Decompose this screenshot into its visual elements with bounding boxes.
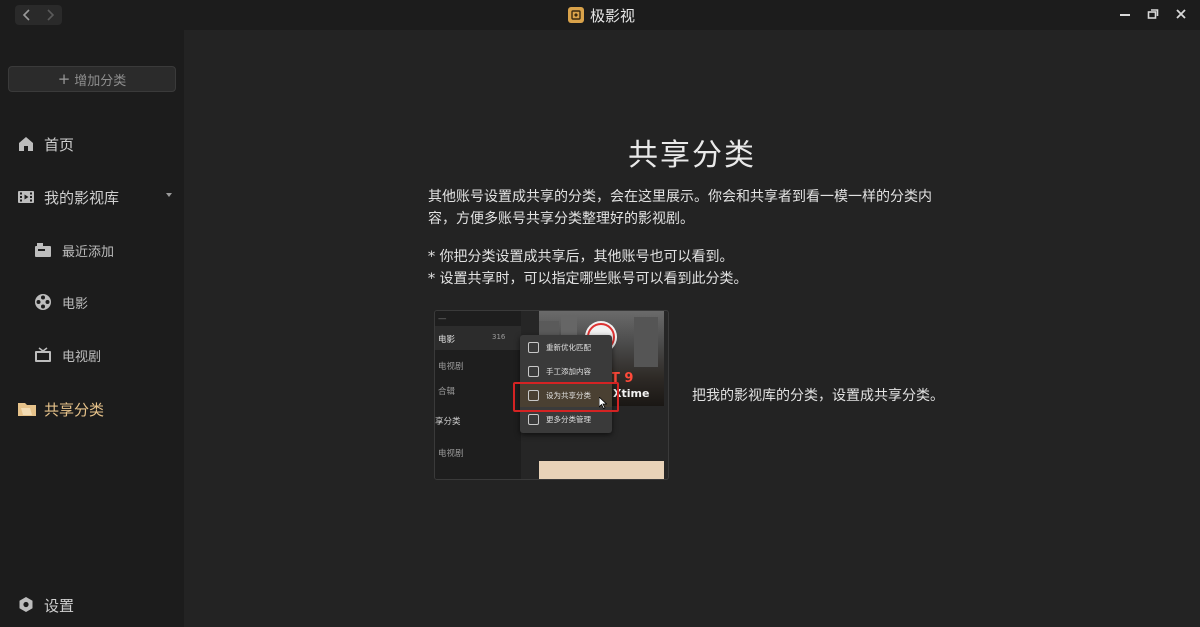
context-menu-label: 更多分类管理: [546, 414, 591, 424]
home-icon: [17, 135, 35, 153]
bullet-item: * 设置共享时，可以指定哪些账号可以看到此分类。: [428, 271, 748, 287]
sidebar-item-recent[interactable]: 最近添加: [0, 235, 184, 265]
sidebar-item-label: 设置: [44, 596, 75, 615]
plus-icon: +: [57, 70, 71, 88]
close-icon: [1176, 9, 1186, 19]
add-category-button[interactable]: + 增加分类: [8, 66, 176, 92]
sidebar-item-label: 电视剧: [62, 349, 102, 365]
illustration-item: 合辑: [438, 387, 456, 397]
bullet-list: * 你把分类设置成共享后，其他账号也可以看到。 * 设置共享时，可以指定哪些账号…: [428, 246, 958, 290]
app-title: 极影视: [568, 5, 635, 25]
sidebar-item-home[interactable]: 首页: [0, 129, 184, 159]
film-strip-icon: [17, 188, 35, 206]
chevron-right-icon: [46, 9, 54, 21]
illustration-caption: 把我的影视库的分类，设置成共享分类。: [692, 388, 944, 404]
sidebar: + 增加分类 首页 我的影视库 最近添加 电影 电视剧 共享分类 设置: [0, 30, 184, 627]
sidebar-item-label: 我的影视库: [44, 188, 120, 207]
app-logo-icon: [568, 7, 584, 23]
context-menu-label: 手工添加内容: [546, 366, 591, 376]
manage-category-icon: [528, 413, 539, 425]
sidebar-item-movies[interactable]: 电影: [0, 287, 184, 317]
sidebar-item-label: 电影: [62, 296, 89, 312]
chevron-left-icon: [22, 9, 30, 21]
window-controls: [1118, 7, 1188, 21]
recent-added-icon: [34, 242, 52, 258]
rematch-icon: [528, 341, 539, 353]
illustration-item: 电视剧: [438, 362, 464, 372]
add-category-label: 增加分类: [74, 73, 127, 89]
sidebar-item-label: 最近添加: [62, 244, 115, 260]
illustration-item: 电影: [438, 335, 456, 345]
sidebar-item-label: 共享分类: [44, 400, 105, 419]
illustration-poster-2: [539, 461, 664, 479]
title-bar: 极影视: [0, 0, 1200, 30]
illustration-sidebar: — 电影 316 电视剧 合辑 享分类 电视剧: [435, 311, 521, 479]
close-button[interactable]: [1174, 7, 1188, 21]
illustration-item: 电视剧: [438, 449, 464, 459]
sidebar-item-settings[interactable]: 设置: [0, 590, 184, 620]
forward-button[interactable]: [38, 5, 61, 25]
description: 其他账号设置成共享的分类，会在这里展示。你会和共享者到看一模一样的分类内容，方便…: [428, 189, 932, 227]
tv-icon: [34, 347, 52, 363]
context-menu-item: 手工添加内容: [520, 359, 612, 383]
main-content: 共享分类 其他账号设置成共享的分类，会在这里展示。你会和共享者到看一模一样的分类…: [184, 30, 1200, 627]
illustration-count: 316: [492, 333, 506, 341]
sidebar-item-library[interactable]: 我的影视库: [0, 182, 184, 212]
illustration-image: — 电影 316 电视剧 合辑 享分类 电视剧 T 9 Xtime 重新优化匹配…: [434, 310, 669, 480]
gear-icon: [17, 596, 35, 614]
chevron-down-icon[interactable]: [166, 193, 172, 197]
illustration-item: 享分类: [435, 417, 461, 427]
history-nav: [15, 5, 62, 25]
bullet-item: * 你把分类设置成共享后，其他账号也可以看到。: [428, 249, 734, 265]
add-content-icon: [528, 365, 539, 377]
restore-icon: [1147, 9, 1159, 19]
sidebar-item-shared[interactable]: 共享分类: [0, 394, 184, 424]
shared-folder-icon: [17, 400, 37, 418]
page-title: 共享分类: [628, 138, 756, 173]
context-menu-item: 重新优化匹配: [520, 335, 612, 359]
mouse-cursor-icon: [598, 394, 608, 413]
minimize-icon: [1120, 14, 1130, 16]
restore-button[interactable]: [1146, 7, 1160, 21]
back-button[interactable]: [15, 5, 38, 25]
illustration-cut-item: —: [438, 314, 447, 324]
context-menu-label: 重新优化匹配: [546, 342, 591, 352]
film-reel-icon: [34, 293, 52, 311]
app-title-text: 极影视: [590, 6, 636, 25]
minimize-button[interactable]: [1118, 7, 1132, 21]
sidebar-item-tv[interactable]: 电视剧: [0, 340, 184, 370]
sidebar-item-label: 首页: [44, 135, 75, 154]
